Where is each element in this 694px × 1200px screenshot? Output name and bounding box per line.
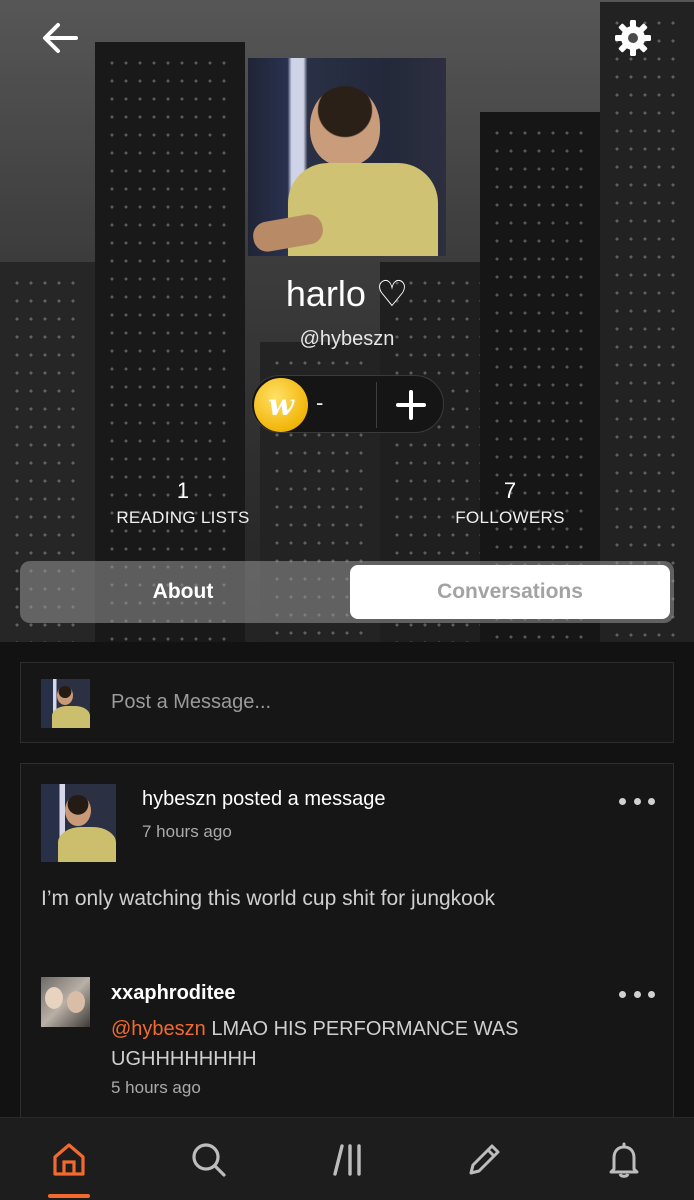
nav-home[interactable] — [47, 1138, 91, 1182]
followers-stat[interactable]: 7 FOLLOWERS — [410, 478, 610, 528]
message-body: I’m only watching this world cup shit fo… — [41, 887, 496, 910]
post-message-box[interactable]: Post a Message... — [20, 662, 674, 743]
more-dots-icon[interactable] — [619, 986, 655, 1002]
active-tab-indicator — [48, 1194, 90, 1198]
reading-lists-label: READING LISTS — [116, 508, 250, 527]
reply-mention-link[interactable]: @hybeszn — [111, 1018, 206, 1040]
reply-text: @hybeszn LMAO HIS PERFORMANCE WAS UGHHHH… — [111, 1014, 581, 1074]
reading-lists-stat[interactable]: 1 READING LISTS — [83, 478, 283, 528]
bottom-navigation — [0, 1117, 694, 1200]
reading-lists-count: 1 — [176, 478, 190, 503]
buy-coins-button[interactable] — [378, 376, 444, 434]
profile-header: harlo ♡ @hybeszn w - 1 READING LISTS 7 F… — [0, 0, 694, 642]
message-card: hybeszn posted a message 7 hours ago I’m… — [20, 763, 674, 1123]
back-button[interactable] — [36, 18, 84, 58]
message-author-avatar[interactable] — [41, 784, 116, 862]
nav-write[interactable] — [462, 1138, 506, 1182]
profile-tabs: About Conversations — [20, 561, 674, 623]
username-handle: @hybeszn — [299, 328, 395, 350]
reply-author-avatar[interactable] — [41, 977, 90, 1027]
pencil-icon — [469, 1144, 500, 1175]
post-message-input[interactable]: Post a Message... — [111, 691, 271, 714]
coin-count: - — [316, 390, 324, 415]
followers-count: 7 — [503, 478, 517, 503]
search-icon — [192, 1143, 226, 1177]
reply-timestamp: 5 hours ago — [111, 1078, 201, 1097]
avatar-figure-head — [310, 86, 380, 166]
display-name: harlo ♡ — [285, 273, 409, 314]
message-timestamp: 7 hours ago — [142, 822, 232, 841]
gear-icon — [615, 20, 651, 56]
nav-library[interactable] — [326, 1138, 370, 1182]
arrow-left-icon — [43, 23, 78, 53]
pill-divider — [376, 382, 377, 428]
profile-avatar[interactable] — [248, 58, 446, 256]
bell-icon — [609, 1142, 639, 1178]
nav-search[interactable] — [187, 1138, 231, 1182]
current-user-avatar — [41, 679, 90, 728]
message-title: hybeszn posted a message — [142, 788, 386, 810]
home-icon — [53, 1143, 85, 1176]
reply-username[interactable]: xxaphroditee — [111, 982, 235, 1005]
wattpad-coin-icon: w — [254, 378, 308, 432]
library-icon — [333, 1144, 361, 1176]
settings-button[interactable] — [610, 16, 656, 60]
coin-balance-pill: w - — [251, 375, 444, 433]
tab-about[interactable]: About — [20, 561, 346, 623]
tab-conversations[interactable]: Conversations — [350, 565, 670, 619]
nav-notifications[interactable] — [602, 1138, 646, 1182]
plus-icon — [396, 390, 426, 420]
followers-label: FOLLOWERS — [455, 508, 565, 527]
more-dots-icon[interactable] — [619, 793, 655, 809]
